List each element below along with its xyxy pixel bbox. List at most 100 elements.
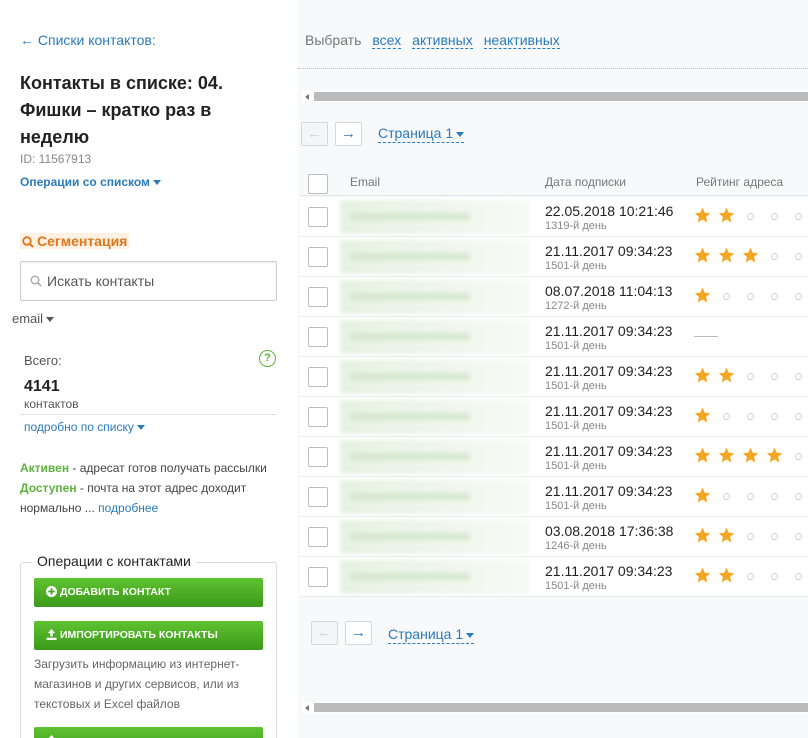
star-empty-icon <box>795 213 802 220</box>
select-filter-row: Выбрать всех активных неактивных <box>305 32 560 49</box>
table-row[interactable]: 21.11.2017 09:34:23 1501-й день <box>300 437 808 477</box>
list-operations-dropdown[interactable]: Операции со списком <box>20 175 161 189</box>
export-button[interactable] <box>34 727 263 738</box>
email-cell-redacted[interactable] <box>340 560 530 594</box>
table-header: Email Дата подписки Рейтинг адреса <box>300 166 808 196</box>
select-all-checkbox[interactable] <box>308 174 328 194</box>
star-empty-icon <box>747 493 754 500</box>
star-filled-icon <box>742 447 759 463</box>
table-row[interactable]: 21.11.2017 09:34:23 1501-й день <box>300 397 808 437</box>
email-cell-redacted[interactable] <box>340 360 530 394</box>
star-empty-icon <box>795 293 802 300</box>
column-header-date[interactable]: Дата подписки <box>545 175 626 189</box>
scroll-left-icon[interactable] <box>305 705 309 711</box>
star-empty-icon <box>795 453 802 460</box>
column-header-rating[interactable]: Рейтинг адреса <box>696 175 783 189</box>
list-details-dropdown[interactable]: подробно по списку <box>24 420 145 434</box>
horizontal-scrollbar[interactable] <box>302 91 808 102</box>
row-checkbox[interactable] <box>308 327 328 347</box>
email-filter-label: email <box>12 311 44 326</box>
row-checkbox[interactable] <box>308 447 328 467</box>
table-row[interactable]: 21.11.2017 09:34:23 1501-й день <box>300 357 808 397</box>
email-cell-redacted[interactable] <box>340 240 530 274</box>
import-contacts-button[interactable]: Импортировать контакты <box>34 621 263 650</box>
email-cell-redacted[interactable] <box>340 440 530 474</box>
star-filled-icon <box>694 527 711 543</box>
select-inactive-link[interactable]: неактивных <box>483 32 560 49</box>
select-all-link[interactable]: всех <box>372 32 402 49</box>
star-empty-icon <box>723 293 730 300</box>
email-filter-dropdown[interactable]: email <box>12 311 55 326</box>
page-select-dropdown[interactable]: Страница 1 <box>388 625 475 644</box>
star-empty-icon <box>723 493 730 500</box>
select-label: Выбрать <box>305 32 362 48</box>
subscription-day-count: 1501-й день <box>545 420 607 432</box>
table-row[interactable]: 21.11.2017 09:34:23 1501-й день <box>300 237 808 277</box>
total-unit: контактов <box>24 397 79 411</box>
email-cell-redacted[interactable] <box>340 280 530 314</box>
horizontal-scrollbar-bottom[interactable] <box>302 702 808 713</box>
table-row[interactable]: 21.11.2017 09:34:23 1501-й день <box>300 477 808 517</box>
star-filled-icon <box>694 287 711 303</box>
subscription-date: 08.07.2018 11:04:13 <box>545 283 673 299</box>
row-checkbox[interactable] <box>308 527 328 547</box>
column-header-email[interactable]: Email <box>350 175 380 189</box>
row-checkbox[interactable] <box>308 487 328 507</box>
search-icon <box>22 236 34 248</box>
star-filled-icon <box>694 407 711 423</box>
row-checkbox[interactable] <box>308 207 328 227</box>
scrollbar-thumb[interactable] <box>314 92 808 101</box>
search-box[interactable] <box>20 261 277 301</box>
chevron-down-icon <box>456 131 465 137</box>
next-page-button[interactable]: → <box>345 621 372 645</box>
segmentation-label: Сегментация <box>37 233 128 249</box>
help-icon[interactable]: ? <box>259 350 276 367</box>
table-row[interactable]: 22.05.2018 10:21:46 1319-й день <box>300 197 808 237</box>
add-contact-button[interactable]: Добавить контакт <box>34 578 263 607</box>
subscription-day-count: 1501-й день <box>545 460 607 472</box>
table-row[interactable]: 03.08.2018 17:36:38 1246-й день <box>300 517 808 557</box>
star-filled-icon <box>694 487 711 503</box>
search-input[interactable] <box>47 270 272 292</box>
row-checkbox[interactable] <box>308 407 328 427</box>
subscription-day-count: 1319-й день <box>545 220 607 232</box>
star-empty-icon <box>747 213 754 220</box>
segmentation-link[interactable]: Сегментация <box>20 233 130 249</box>
subscription-day-count: 1272-й день <box>545 300 607 312</box>
email-cell-redacted[interactable] <box>340 520 530 554</box>
select-active-link[interactable]: активных <box>412 32 473 49</box>
email-cell-redacted[interactable] <box>340 320 530 354</box>
import-contacts-label: Импортировать контакты <box>60 629 218 641</box>
scroll-left-icon[interactable] <box>305 94 309 100</box>
more-info-link[interactable]: подробнее <box>98 501 158 515</box>
star-empty-icon <box>795 253 802 260</box>
email-cell-redacted[interactable] <box>340 200 530 234</box>
next-page-button[interactable]: → <box>335 122 362 146</box>
table-row[interactable]: 21.11.2017 09:34:23 1501-й день <box>300 317 808 357</box>
star-filled-icon <box>718 567 735 583</box>
row-checkbox[interactable] <box>308 567 328 587</box>
star-empty-icon <box>795 373 802 380</box>
prev-page-button[interactable]: ← <box>311 621 338 645</box>
table-row[interactable]: 08.07.2018 11:04:13 1272-й день <box>300 277 808 317</box>
subscription-date: 21.11.2017 09:34:23 <box>545 443 673 459</box>
star-empty-icon <box>771 293 778 300</box>
email-cell-redacted[interactable] <box>340 480 530 514</box>
row-checkbox[interactable] <box>308 247 328 267</box>
page-select-dropdown[interactable]: Страница 1 <box>378 124 465 143</box>
star-empty-icon <box>747 573 754 580</box>
subscription-date: 21.11.2017 09:34:23 <box>545 483 673 499</box>
scrollbar-thumb[interactable] <box>314 703 808 712</box>
row-checkbox[interactable] <box>308 367 328 387</box>
subscription-day-count: 1501-й день <box>545 580 607 592</box>
plus-circle-icon <box>46 586 57 597</box>
prev-page-button[interactable]: ← <box>301 122 328 146</box>
row-checkbox[interactable] <box>308 287 328 307</box>
subscription-day-count: 1501-й день <box>545 500 607 512</box>
table-row[interactable]: 21.11.2017 09:34:23 1501-й день <box>300 557 808 597</box>
star-empty-icon <box>795 413 802 420</box>
subscription-day-count: 1501-й день <box>545 260 607 272</box>
email-cell-redacted[interactable] <box>340 400 530 434</box>
back-to-lists-link[interactable]: ← Списки контактов: <box>20 32 156 48</box>
sidebar: ← Списки контактов: Контакты в списке: 0… <box>0 0 298 738</box>
